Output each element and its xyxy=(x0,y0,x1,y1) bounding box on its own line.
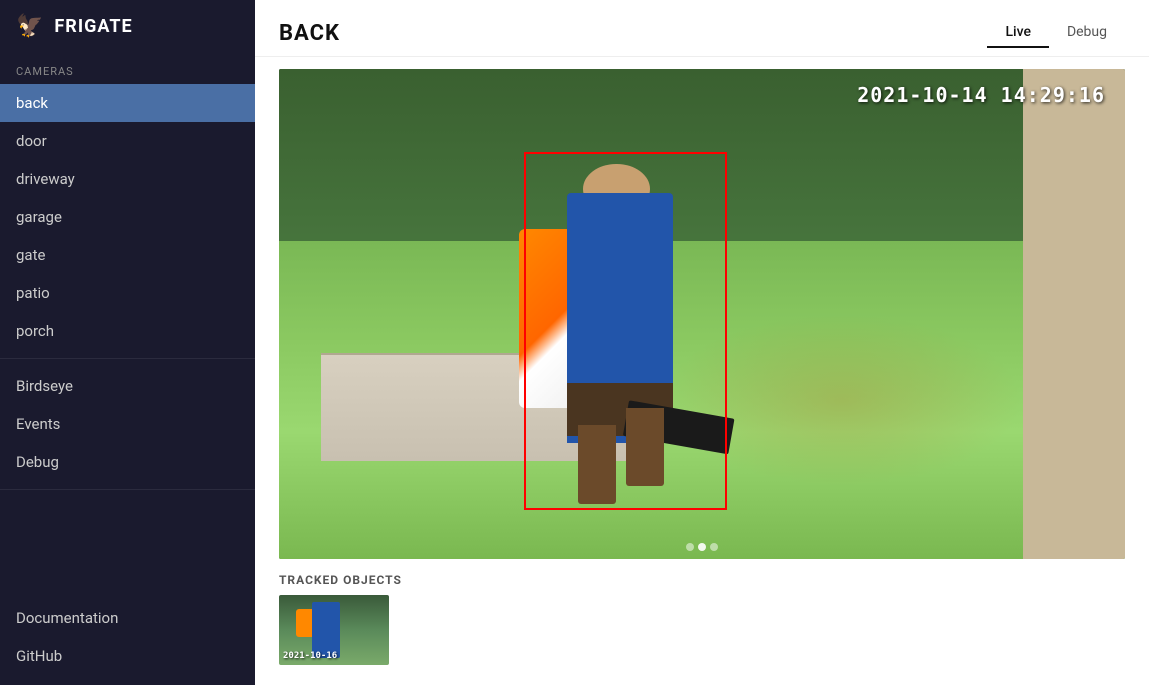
video-player[interactable]: 2021-10-14 14:29:16 xyxy=(279,69,1125,559)
app-name: FRIGATE xyxy=(54,16,132,37)
tracked-objects-label: TRACKED OBJECTS xyxy=(279,573,1125,587)
video-background: 2021-10-14 14:29:16 xyxy=(279,69,1125,559)
sidebar-item-porch[interactable]: porch xyxy=(0,312,255,350)
tab-debug[interactable]: Debug xyxy=(1049,18,1125,48)
sidebar-item-back[interactable]: back xyxy=(0,84,255,122)
video-timestamp: 2021-10-14 14:29:16 xyxy=(857,83,1105,107)
carousel-dots xyxy=(686,543,718,551)
main-content: BACK Live Debug xyxy=(255,0,1149,685)
main-header: BACK Live Debug xyxy=(255,0,1149,57)
tracked-objects-section: TRACKED OBJECTS 2021-10-16 xyxy=(279,573,1125,665)
dot-3 xyxy=(710,543,718,551)
sidebar-item-patio[interactable]: patio xyxy=(0,274,255,312)
house-wall xyxy=(1023,69,1125,559)
tracked-object-thumbnail[interactable]: 2021-10-16 xyxy=(279,595,389,665)
person-figure xyxy=(507,157,744,515)
sidebar-item-door[interactable]: door xyxy=(0,122,255,160)
sidebar-item-github[interactable]: GitHub xyxy=(0,637,255,675)
tab-live[interactable]: Live xyxy=(987,18,1048,48)
sidebar-item-birdseye[interactable]: Birdseye xyxy=(0,367,255,405)
frigate-logo-icon: 🦅 xyxy=(16,14,44,39)
app-logo[interactable]: 🦅 FRIGATE xyxy=(0,0,255,53)
person-leg-right xyxy=(626,408,664,487)
dot-1 xyxy=(686,543,694,551)
cameras-section-label: Cameras xyxy=(0,53,255,84)
sidebar-item-documentation[interactable]: Documentation xyxy=(0,599,255,637)
tab-bar: Live Debug xyxy=(987,18,1125,48)
sidebar-item-driveway[interactable]: driveway xyxy=(0,160,255,198)
dot-2 xyxy=(698,543,706,551)
sidebar-divider xyxy=(0,358,255,359)
person-leg-left xyxy=(578,425,616,504)
page-title: BACK xyxy=(279,21,340,46)
sidebar-item-events[interactable]: Events xyxy=(0,405,255,443)
main-body: 2021-10-14 14:29:16 TRACKED OBJECTS 2021… xyxy=(255,57,1149,685)
sidebar-item-debug[interactable]: Debug xyxy=(0,443,255,481)
sidebar-item-gate[interactable]: gate xyxy=(0,236,255,274)
sidebar-item-garage[interactable]: garage xyxy=(0,198,255,236)
sidebar: 🦅 FRIGATE Cameras back door driveway gar… xyxy=(0,0,255,685)
thumb-timestamp: 2021-10-16 xyxy=(283,651,337,661)
thumb-person xyxy=(312,602,340,658)
sidebar-bottom: Documentation GitHub xyxy=(0,599,255,685)
sidebar-divider-2 xyxy=(0,489,255,490)
